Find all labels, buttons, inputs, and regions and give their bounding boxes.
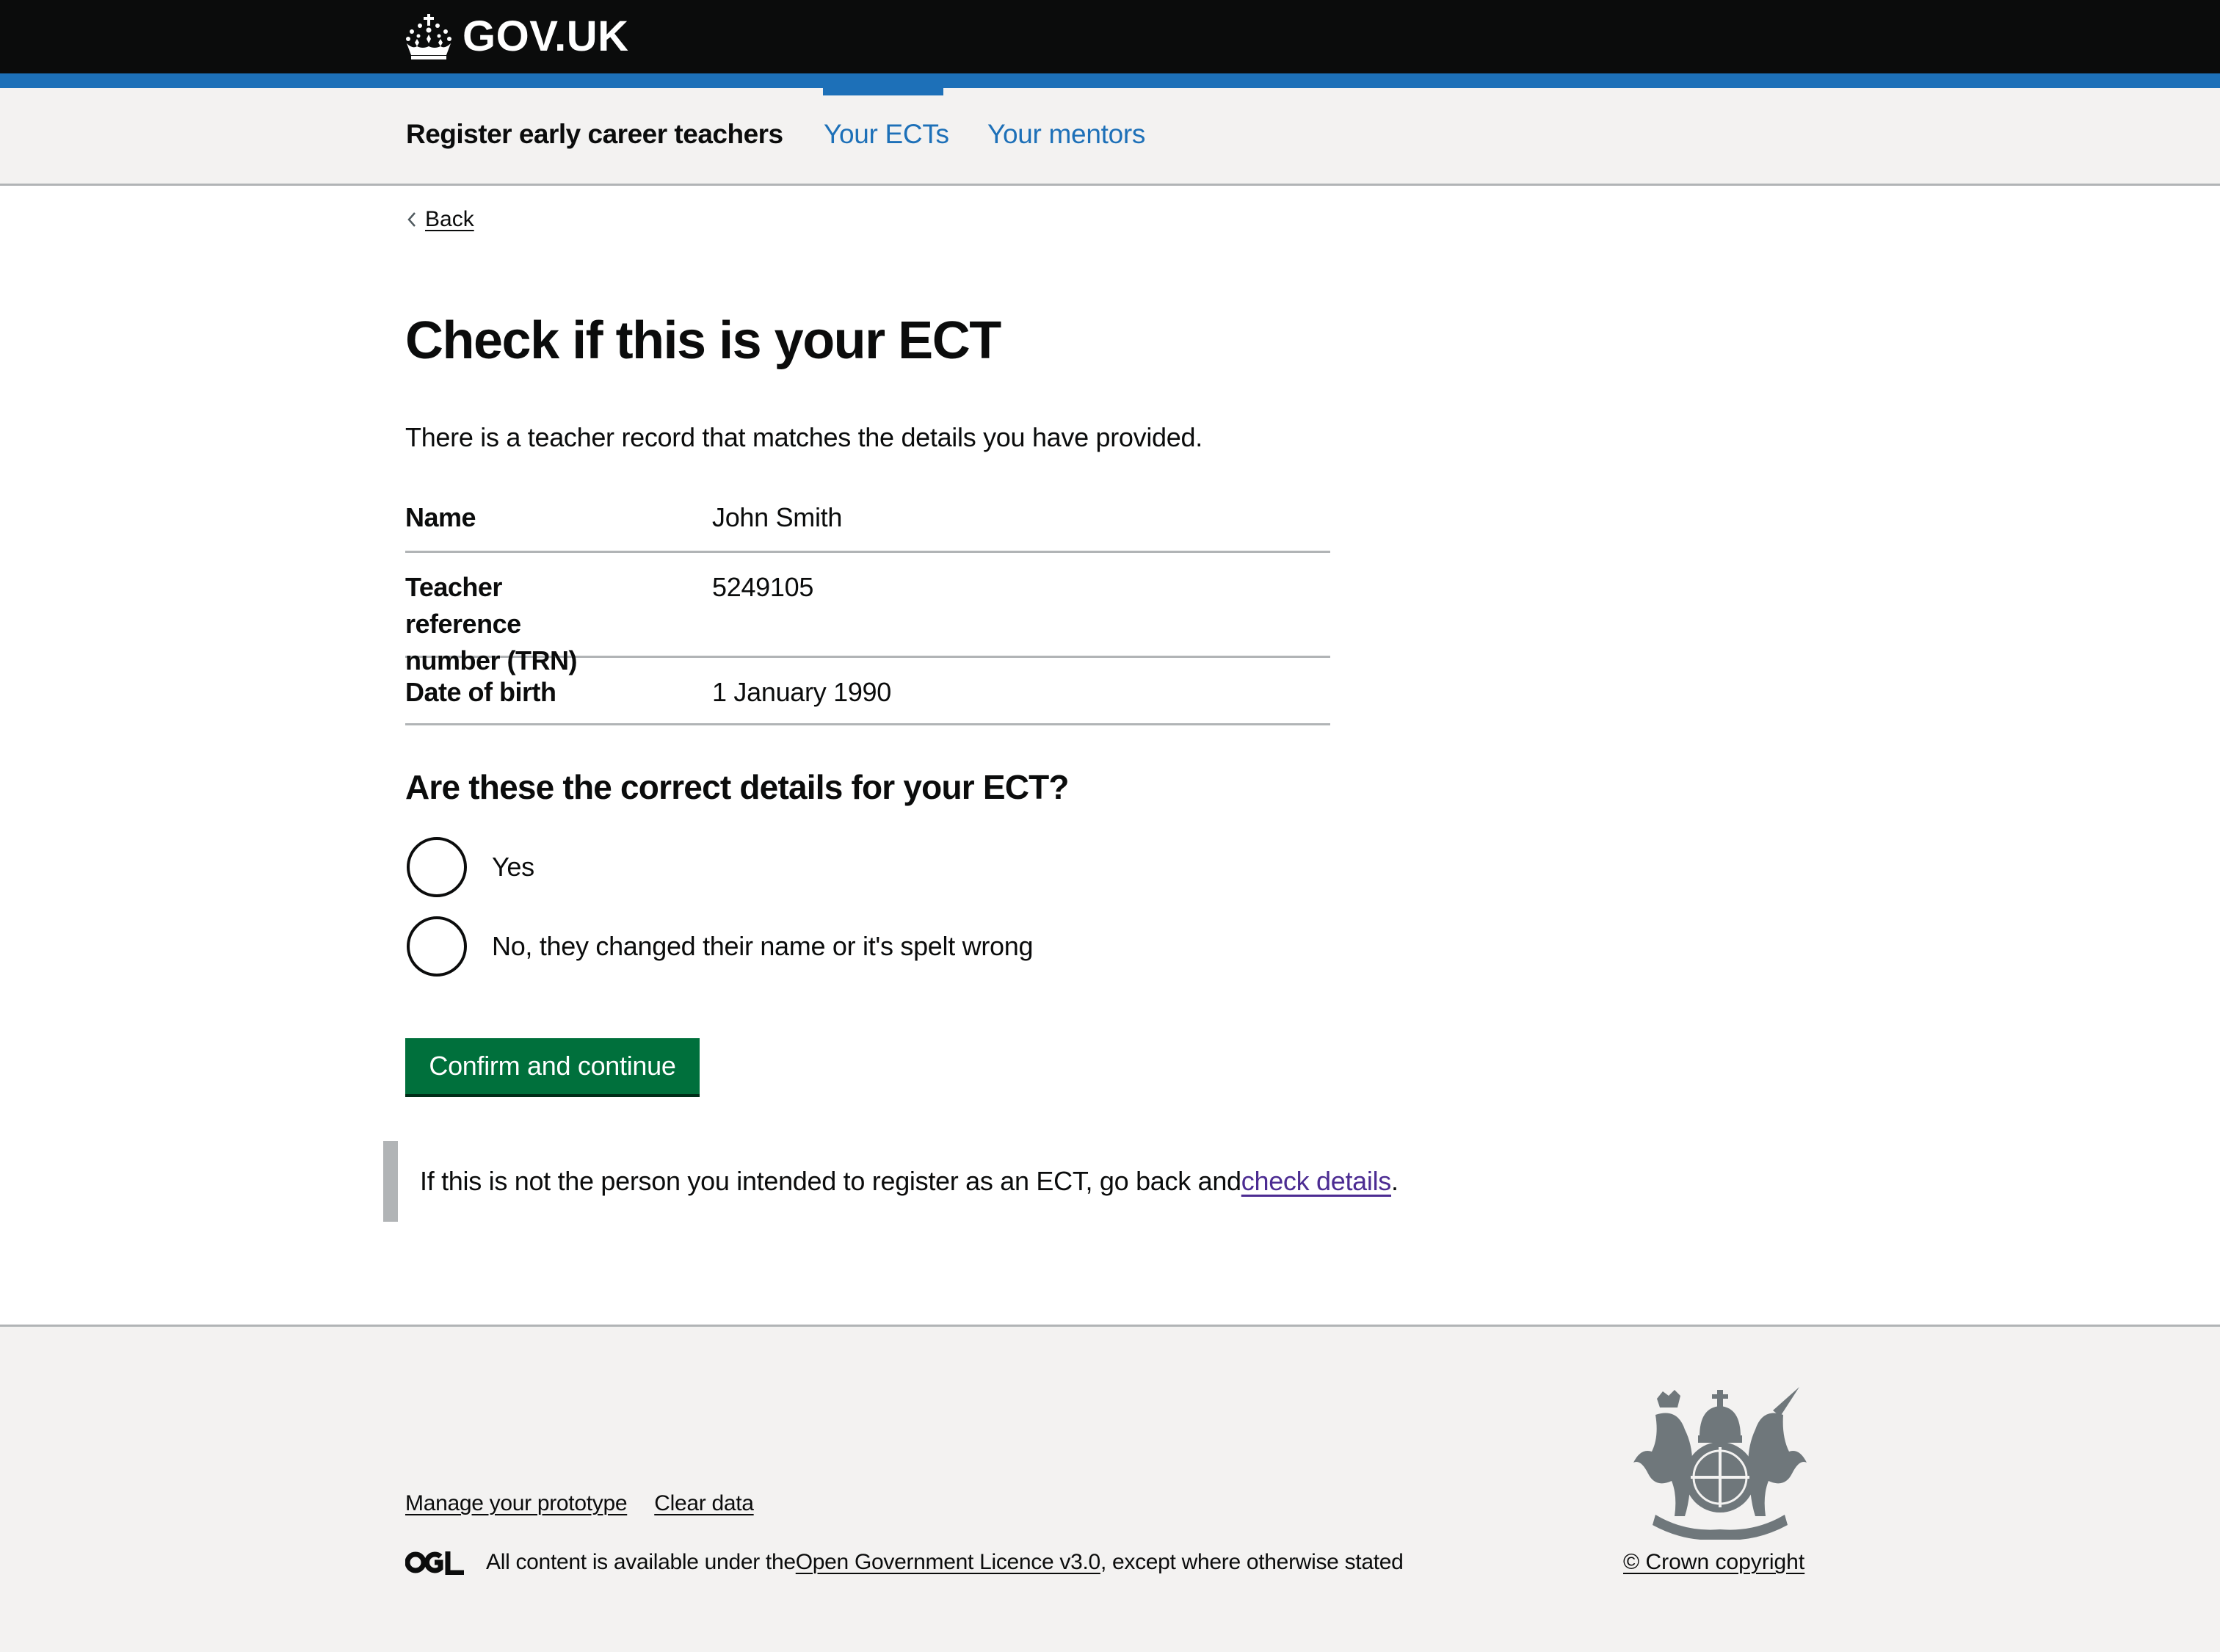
clear-data-link[interactable]: Clear data <box>654 1491 754 1516</box>
teacher-summary-list: Name John Smith Teacher reference number… <box>405 499 1330 725</box>
chevron-left-icon <box>407 212 416 227</box>
nav-active-indicator <box>823 88 943 95</box>
radio-no-name-changed[interactable]: No, they changed their name or it's spel… <box>407 916 1033 977</box>
inset-text-after: . <box>1391 1166 1399 1196</box>
nav-link-your-mentors[interactable]: Your mentors <box>987 119 1145 150</box>
check-details-link[interactable]: check details <box>1241 1166 1392 1197</box>
radio-label[interactable]: Yes <box>492 852 534 883</box>
service-navigation: Register early career teachers Your ECTs… <box>0 88 2220 186</box>
open-government-licence-link[interactable]: Open Government Licence v3.0 <box>796 1550 1100 1575</box>
radio-circle[interactable] <box>407 916 467 977</box>
licence-text-before: All content is available under the <box>486 1550 796 1574</box>
govuk-header: GOV.UK <box>0 0 2220 73</box>
summary-key: Teacher reference number (TRN) <box>405 572 577 675</box>
summary-key: Name <box>405 502 476 532</box>
back-link-label: Back <box>425 207 474 231</box>
lead-paragraph: There is a teacher record that matches t… <box>405 422 1202 452</box>
nav-link-your-ects[interactable]: Your ECTs <box>824 119 949 150</box>
radio-circle[interactable] <box>407 837 467 897</box>
header-blue-bar <box>0 73 2220 88</box>
radio-label[interactable]: No, they changed their name or it's spel… <box>492 931 1033 962</box>
licence-text-after: , except where otherwise stated <box>1100 1550 1404 1574</box>
summary-key: Date of birth <box>405 677 556 707</box>
summary-value: 1 January 1990 <box>712 677 891 707</box>
back-link[interactable]: Back <box>406 207 474 232</box>
licence-statement: All content is available under the Open … <box>405 1550 1404 1575</box>
inset-text: If this is not the person you intended t… <box>383 1141 1484 1222</box>
page-title: Check if this is your ECT <box>405 311 1001 370</box>
govuk-footer: Manage your prototype Clear data All con… <box>0 1325 2220 1652</box>
crown-copyright-link[interactable]: © Crown copyright <box>1623 1550 1804 1575</box>
summary-value: 5249105 <box>712 572 814 602</box>
summary-row-trn: Teacher reference number (TRN) 5249105 <box>405 553 1330 675</box>
radio-yes[interactable]: Yes <box>407 837 534 897</box>
ogl-logo-icon <box>405 1551 464 1575</box>
radios-legend: Are these the correct details for your E… <box>405 768 1070 806</box>
confirm-and-continue-button[interactable]: Confirm and continue <box>405 1038 700 1094</box>
crown-icon <box>406 14 451 59</box>
footer-meta-links: Manage your prototype Clear data <box>405 1491 754 1516</box>
govuk-logo-text: GOV.UK <box>462 12 629 60</box>
inset-text-before: If this is not the person you intended t… <box>420 1166 1241 1196</box>
summary-row-name: Name John Smith <box>405 499 1330 553</box>
manage-prototype-link[interactable]: Manage your prototype <box>405 1491 628 1516</box>
summary-value: John Smith <box>712 502 843 532</box>
service-name[interactable]: Register early career teachers <box>406 119 783 150</box>
royal-coat-of-arms-icon <box>1633 1387 1807 1540</box>
govuk-logo-link[interactable]: GOV.UK <box>405 9 628 65</box>
